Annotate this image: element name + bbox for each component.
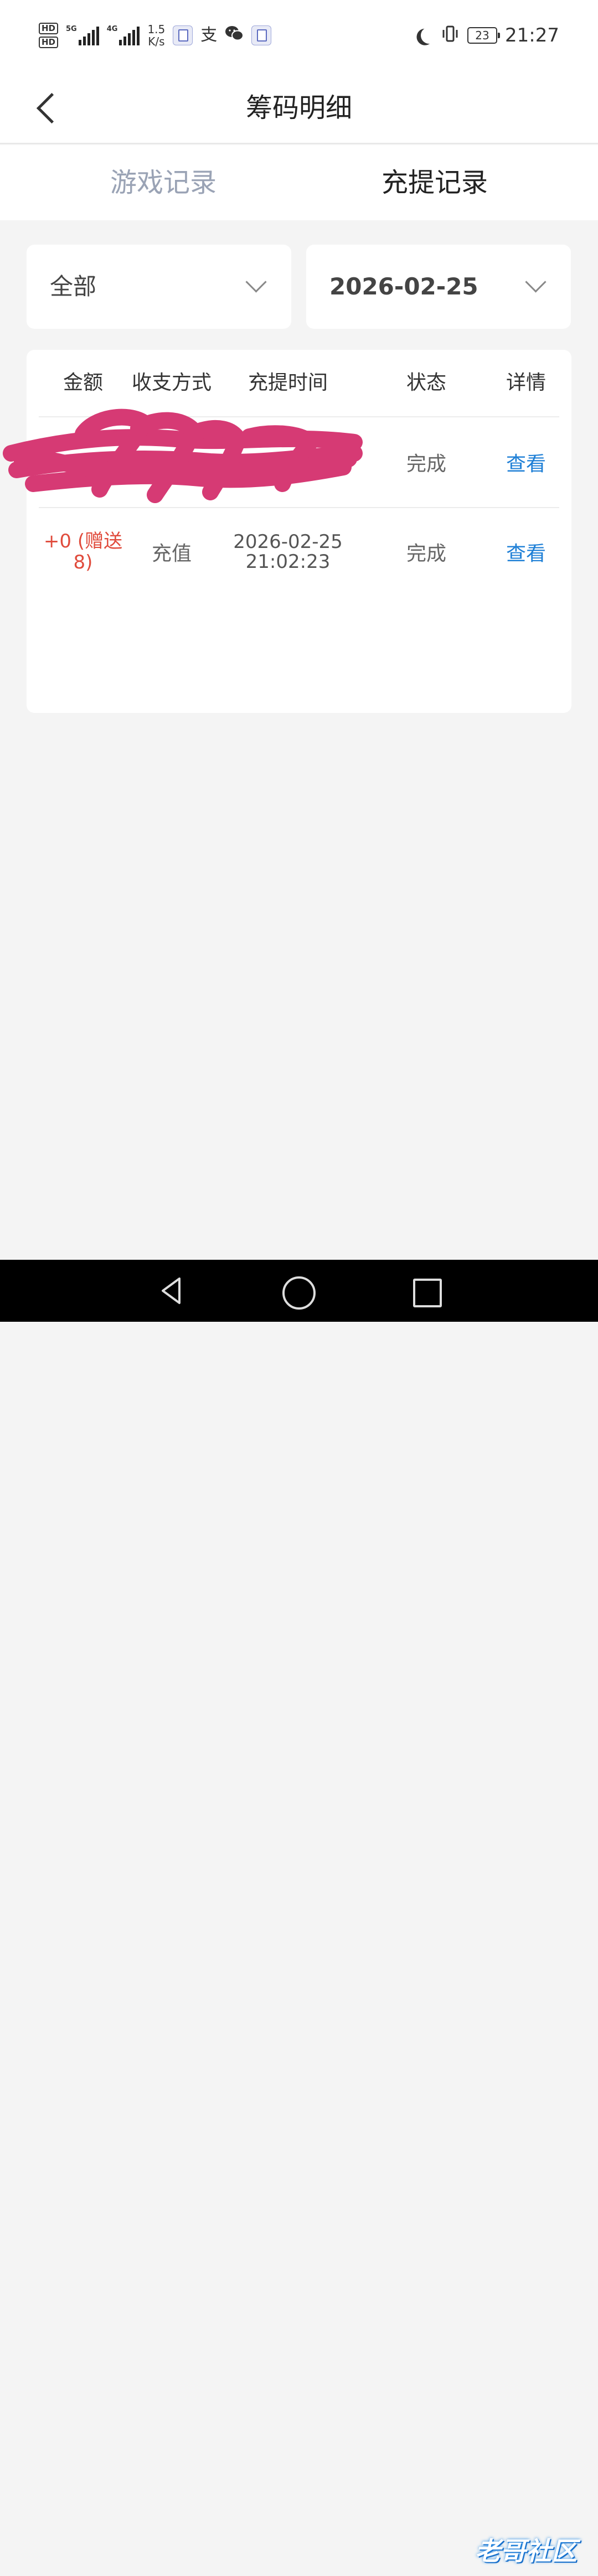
type-filter-dropdown[interactable]: 全部: [27, 245, 291, 329]
battery-icon: 23: [467, 27, 501, 44]
date-filter-dropdown[interactable]: 2026-02-25: [306, 245, 571, 329]
moon-icon: [419, 25, 440, 46]
system-recents-button[interactable]: [413, 1279, 442, 1307]
chevron-left-icon: [36, 92, 68, 123]
column-header-status: 状态: [406, 371, 446, 394]
type-filter-value: 全部: [50, 273, 97, 300]
system-nav-bar: 老哥社区: [0, 1260, 598, 2566]
column-header-detail: 详情: [506, 371, 546, 394]
tab-bar: 游戏记录 充提记录: [0, 145, 598, 220]
app-notification-icon: [251, 25, 272, 45]
vibrate-icon: [441, 25, 460, 46]
hd1-icon: HD: [39, 23, 59, 34]
page-title: 筹码明细: [245, 92, 352, 123]
chevron-down-icon: [245, 271, 267, 293]
signal-5g-icon: 5G: [66, 25, 99, 45]
hd2-icon: HD: [39, 37, 59, 48]
status-cell: 完成: [406, 542, 446, 565]
records-table: 金额 收支方式 充提时间 状态 详情 完成 查看 +0 (赠送8) 充值 202…: [3, 350, 571, 713]
method-cell: 充值: [151, 542, 192, 565]
amount-cell: +0 (赠送8): [43, 530, 123, 573]
chevron-down-icon: [525, 271, 547, 293]
tab-deposit-withdraw-records[interactable]: 充提记录: [136, 145, 598, 220]
status-right: 23 21:27: [416, 21, 559, 50]
back-button[interactable]: [31, 83, 75, 133]
time-cell: 2026-02-25 21:02:23: [233, 531, 343, 573]
signal-4g-icon: 4G: [107, 25, 140, 45]
view-detail-link[interactable]: 查看: [493, 507, 559, 597]
alipay-icon: 支: [200, 25, 218, 45]
watermark-logo: 老哥社区: [475, 2536, 577, 2566]
wechat-icon: [225, 25, 244, 46]
hd-icons: HD HD: [39, 23, 59, 48]
app-notification-icon: [173, 25, 193, 45]
system-back-button[interactable]: [155, 1274, 188, 1307]
header: 筹码明细: [0, 72, 598, 144]
table-row: 完成 查看: [3, 408, 559, 508]
system-home-button[interactable]: [282, 1276, 316, 1310]
table-row: +0 (赠送8) 充值 2026-02-25 21:02:23 完成 查看: [39, 507, 559, 597]
view-detail-link[interactable]: 查看: [493, 417, 559, 507]
date-filter-value: 2026-02-25: [329, 273, 478, 300]
network-speed: 1.5 K/s: [147, 23, 166, 48]
status-left: HD HD 5G 4G 1.5 K/s 支: [39, 21, 272, 50]
status-bar: HD HD 5G 4G 1.5 K/s 支 23 21:27: [0, 0, 598, 72]
status-cell: 完成: [406, 453, 446, 475]
clock: 21:27: [505, 24, 559, 46]
redaction-scribble: [3, 408, 363, 503]
